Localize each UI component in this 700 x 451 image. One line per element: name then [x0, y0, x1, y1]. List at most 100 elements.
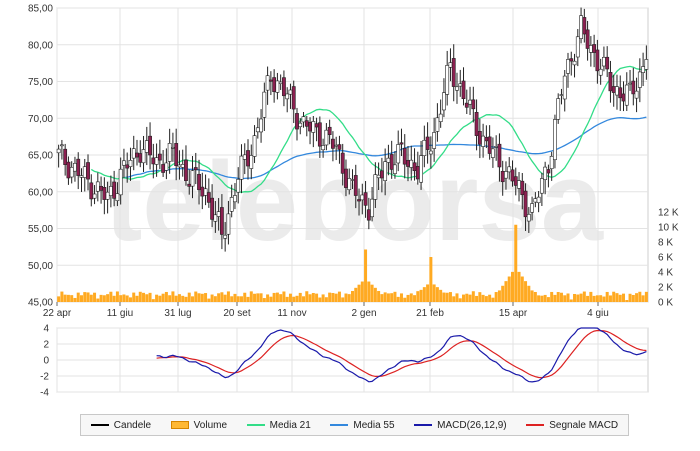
- volume-bar: [510, 271, 514, 302]
- volume-bar: [576, 294, 580, 302]
- candle-body: [575, 36, 580, 58]
- volume-bar: [282, 291, 286, 302]
- volume-bar: [236, 296, 240, 302]
- volume-bar: [138, 291, 142, 302]
- volume-bar: [396, 296, 400, 302]
- volume-bar: [174, 295, 178, 302]
- candle-body: [200, 186, 205, 197]
- candle-body: [135, 152, 139, 158]
- volume-tick-label: 0 K: [658, 298, 673, 309]
- volume-bar: [439, 289, 443, 302]
- candle-body: [246, 150, 250, 167]
- candle-body: [108, 186, 113, 196]
- candle-body: [461, 80, 466, 100]
- volume-bar: [413, 295, 417, 302]
- candle-body: [213, 214, 218, 222]
- candle-body: [641, 66, 646, 73]
- volume-bar: [399, 293, 403, 302]
- volume-bar: [351, 290, 354, 302]
- volume-bar: [543, 294, 547, 302]
- volume-bar: [125, 295, 129, 302]
- volume-bar: [158, 295, 162, 302]
- candle-body: [76, 158, 81, 176]
- candle-body: [122, 160, 126, 166]
- candle-body: [366, 209, 371, 221]
- candle-body: [311, 121, 316, 133]
- volume-bar: [409, 293, 413, 302]
- legend: Candele Volume Media 21 Media 55 MACD(26,12,…: [80, 414, 629, 436]
- price-tick-label: 60,00: [28, 187, 53, 198]
- volume-bar: [546, 297, 550, 302]
- candle-body: [262, 91, 267, 118]
- candle-body: [409, 159, 414, 168]
- x-tick-label: 20 set: [223, 308, 250, 319]
- candle-body: [553, 119, 557, 161]
- volume-bar: [347, 294, 351, 302]
- candle-body: [236, 179, 241, 193]
- volume-bar: [177, 294, 181, 302]
- candle-body: [448, 62, 453, 68]
- candle-body: [628, 82, 632, 85]
- volume-bar: [135, 295, 139, 302]
- candle-body: [569, 58, 574, 62]
- volume-bar: [197, 293, 201, 302]
- candle-body: [432, 132, 437, 149]
- volume-bar: [295, 295, 299, 302]
- macd-tick-label: 2: [43, 340, 49, 351]
- volume-bar: [76, 292, 80, 302]
- candle-body: [304, 120, 309, 127]
- candle-body: [337, 144, 342, 150]
- volume-bar: [66, 294, 70, 302]
- candle-body: [268, 79, 273, 82]
- candle-body: [167, 143, 172, 162]
- candle-body: [624, 84, 629, 106]
- macd-line: [156, 327, 647, 383]
- candle-body: [631, 80, 636, 95]
- candle-body: [138, 153, 143, 163]
- candle-body: [406, 160, 410, 167]
- candle-body: [530, 203, 534, 213]
- volume-bar: [213, 296, 217, 302]
- candle-body: [285, 93, 290, 100]
- volume-bar: [462, 294, 466, 302]
- volume-bar: [628, 293, 632, 302]
- candle-body: [164, 162, 169, 171]
- volume-bar: [344, 293, 348, 302]
- legend-swatch: [414, 424, 433, 426]
- candle-body: [464, 102, 469, 108]
- legend-swatch: [330, 424, 349, 426]
- candle-body: [376, 174, 381, 179]
- candle-body: [272, 77, 277, 92]
- candle-body: [481, 135, 486, 147]
- candle-body: [79, 175, 84, 178]
- candle-body: [242, 154, 247, 160]
- volume-bar: [635, 293, 639, 302]
- volume-tick-label: 8 K: [658, 238, 673, 249]
- volume-bar: [644, 291, 648, 302]
- candle-body: [543, 166, 548, 180]
- volume-bar: [501, 285, 505, 302]
- volume-bar: [615, 293, 619, 302]
- candle-body: [203, 188, 208, 196]
- legend-item: Media 21: [246, 420, 311, 431]
- volume-bar: [148, 292, 152, 302]
- macd-tick-label: -2: [40, 372, 49, 383]
- candle-body: [233, 195, 237, 203]
- volume-bar: [386, 293, 390, 302]
- candle-body: [92, 193, 97, 199]
- candle-body: [621, 93, 626, 102]
- candle-body: [588, 45, 593, 53]
- candle-body: [239, 155, 244, 180]
- volume-tick-label: 2 K: [658, 283, 673, 294]
- volume-bar: [181, 295, 185, 302]
- candle-body: [295, 113, 299, 130]
- candle-body: [331, 138, 335, 149]
- volume-bar: [582, 291, 586, 302]
- volume-bar: [537, 295, 541, 302]
- candle-body: [605, 56, 610, 70]
- legend-label: MACD(26,12,9): [437, 419, 507, 431]
- volume-bar: [426, 284, 430, 302]
- volume-bar: [285, 296, 289, 302]
- candle-body: [69, 167, 74, 178]
- candle-body: [422, 140, 427, 157]
